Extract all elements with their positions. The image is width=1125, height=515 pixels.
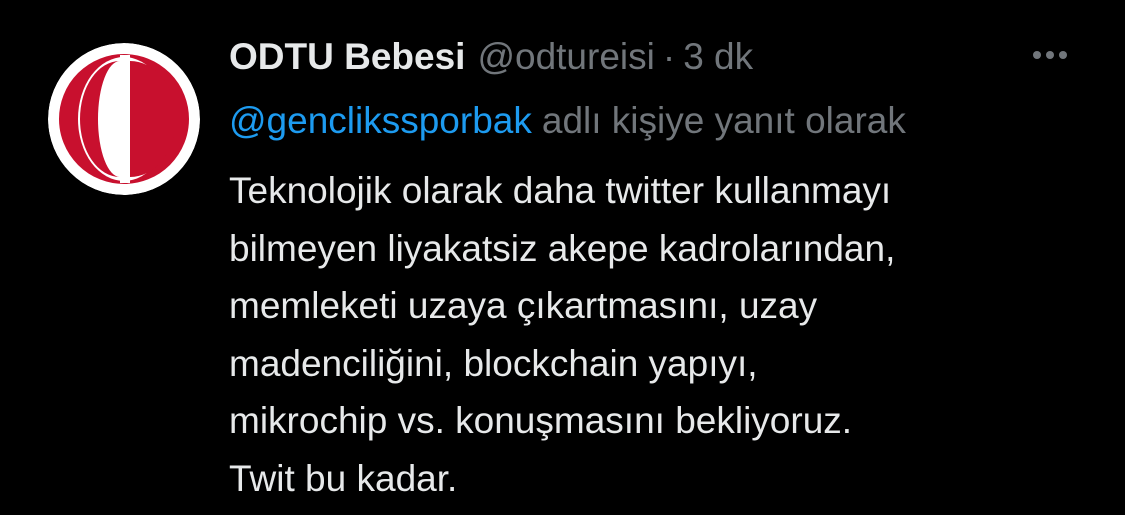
reply-mention-link[interactable]: @genclikssporbak bbox=[229, 100, 532, 141]
tweet-text-line: mikrochip vs. konuşmasını bekliyoruz. bbox=[229, 400, 853, 441]
tweet[interactable]: ODTU Bebesi @odtureisi · 3 dk @genclikss… bbox=[0, 0, 1125, 515]
avatar[interactable] bbox=[48, 43, 200, 195]
more-horizontal-icon bbox=[1033, 51, 1041, 59]
user-handle[interactable]: @odtureisi bbox=[477, 30, 654, 84]
reply-suffix: adlı kişiye yanıt olarak bbox=[541, 100, 906, 141]
tweet-text-line: memleketi uzaya çıkartmasını, uzay bbox=[229, 285, 818, 326]
timestamp[interactable]: 3 dk bbox=[683, 30, 753, 84]
more-options-button[interactable] bbox=[1025, 38, 1075, 72]
tweet-text-line: bilmeyen liyakatsiz akepe kadrolarından, bbox=[229, 227, 896, 269]
reply-context: @genclikssporbak adlı kişiye yanıt olarak bbox=[229, 94, 1089, 148]
separator-dot: · bbox=[662, 36, 676, 77]
tweet-content: ODTU Bebesi @odtureisi · 3 dk @genclikss… bbox=[229, 30, 1089, 507]
more-horizontal-icon bbox=[1059, 51, 1067, 59]
tweet-text-line: Teknolojik olarak daha twitter kullanmay… bbox=[229, 170, 892, 211]
more-horizontal-icon bbox=[1046, 51, 1054, 59]
odtu-logo-icon bbox=[48, 43, 200, 195]
tweet-text-line: madenciliğini, blockchain yapıyı, bbox=[229, 342, 758, 384]
tweet-text-line: Twit bu kadar. bbox=[229, 457, 458, 499]
tweet-header: ODTU Bebesi @odtureisi · 3 dk bbox=[229, 30, 1089, 84]
display-name[interactable]: ODTU Bebesi bbox=[229, 30, 465, 84]
tweet-text: Teknolojik olarak daha twitter kullanmay… bbox=[229, 162, 1089, 507]
